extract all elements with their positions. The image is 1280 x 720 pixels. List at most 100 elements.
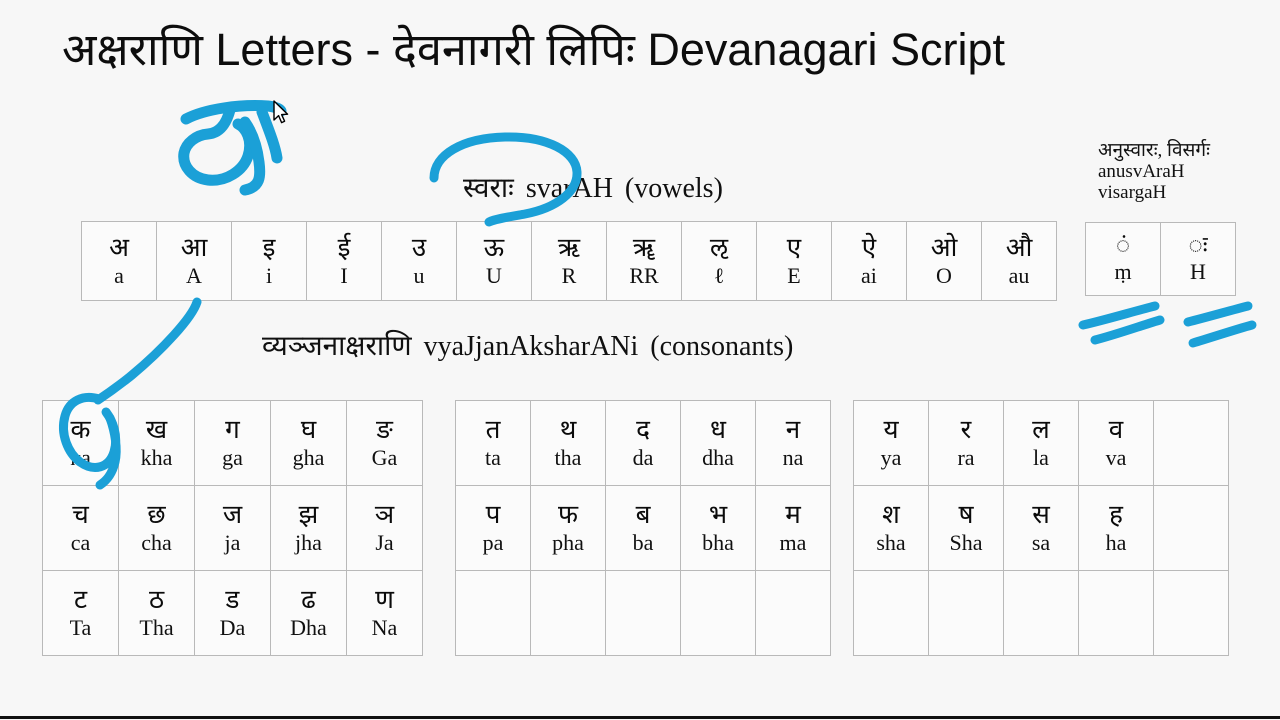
consonant-cell-empty[interactable] [1078, 570, 1154, 656]
consonant-cell-Ja[interactable]: ञ Ja [346, 485, 423, 571]
vowel-devanagari: आ [180, 233, 208, 262]
consonant-cell-va[interactable]: व va [1078, 400, 1154, 486]
consonant-cell-ma[interactable]: म ma [755, 485, 831, 571]
mark-devanagari: ः [1188, 233, 1208, 259]
vowel-roman: U [486, 263, 502, 288]
consonant-devanagari: य [883, 415, 899, 444]
mark-cell-visarga[interactable]: ः H [1160, 222, 1236, 296]
consonant-cell-gha[interactable]: घ gha [270, 400, 347, 486]
vowel-roman: RR [629, 263, 659, 288]
vowel-cell-l[interactable]: ऌ ℓ [681, 221, 757, 301]
consonant-cell-sa[interactable]: स sa [1003, 485, 1079, 571]
consonant-cell-empty[interactable] [1153, 570, 1229, 656]
consonant-cell-da[interactable]: द da [605, 400, 681, 486]
vowel-devanagari: उ [411, 233, 427, 262]
vowel-cell-R[interactable]: ऋ R [531, 221, 607, 301]
consonant-cell-ca[interactable]: च ca [42, 485, 119, 571]
consonant-cell-na[interactable]: न na [755, 400, 831, 486]
table-row [853, 570, 1229, 656]
table-row: ट Ta ठ Tha ड Da ढ Dha ण Na [42, 570, 423, 656]
consonant-cell-empty[interactable] [455, 570, 531, 656]
consonant-cell-ba[interactable]: ब ba [605, 485, 681, 571]
consonant-cell-empty[interactable] [853, 570, 929, 656]
mark-roman: ṃ [1114, 259, 1132, 284]
vowel-cell-u[interactable]: उ u [381, 221, 457, 301]
vowel-cell-RR[interactable]: ॠ RR [606, 221, 682, 301]
consonant-cell-empty[interactable] [605, 570, 681, 656]
vowel-cell-O[interactable]: ओ O [906, 221, 982, 301]
consonant-roman: Ja [375, 530, 394, 555]
consonant-cell-kha[interactable]: ख kha [118, 400, 195, 486]
consonant-cell-empty[interactable] [1003, 570, 1079, 656]
marks-table: ं ṃ ः H [1085, 222, 1236, 296]
consonant-cell-ra[interactable]: र ra [928, 400, 1004, 486]
vowel-devanagari: ॠ [632, 233, 656, 262]
consonant-devanagari: ख [145, 415, 168, 444]
vowel-devanagari: ऌ [709, 233, 729, 262]
consonant-cell-empty[interactable] [1153, 400, 1229, 486]
consonant-cell-la[interactable]: ल la [1003, 400, 1079, 486]
consonant-cell-dha[interactable]: ध dha [680, 400, 756, 486]
consonant-cell-empty[interactable] [755, 570, 831, 656]
vowel-cell-I[interactable]: ई I [306, 221, 382, 301]
consonant-cell-sha[interactable]: श sha [853, 485, 929, 571]
vowels-table: अ a आ A इ i ई I उ u ऊ U ऋ R ॠ RR ऌ ℓ ए E… [81, 221, 1057, 301]
consonant-devanagari: ङ [376, 415, 393, 444]
consonant-devanagari: प [485, 500, 501, 529]
table-row: श sha ष Sha स sa ह ha [853, 485, 1229, 571]
consonant-cell-bha[interactable]: भ bha [680, 485, 756, 571]
consonant-cell-empty[interactable] [1153, 485, 1229, 571]
consonant-cell-ga[interactable]: ग ga [194, 400, 271, 486]
connector-line-annotation [93, 297, 202, 405]
consonant-roman: Na [371, 615, 398, 640]
consonant-cell-Ta[interactable]: ट Ta [42, 570, 119, 656]
vowel-cell-ai[interactable]: ऐ ai [831, 221, 907, 301]
vowels-heading-gloss: (vowels) [624, 173, 723, 204]
mark-roman: H [1190, 259, 1206, 284]
vowel-cell-E[interactable]: ए E [756, 221, 832, 301]
consonant-cell-jha[interactable]: झ jha [270, 485, 347, 571]
mark-cell-anusvara[interactable]: ं ṃ [1085, 222, 1161, 296]
consonant-roman: Ta [69, 615, 92, 640]
consonant-devanagari: ष [958, 500, 974, 529]
consonants-heading-devanagari: व्यञ्जनाक्षराणि [262, 331, 412, 362]
consonant-roman: ya [880, 445, 902, 470]
vowel-cell-au[interactable]: औ au [981, 221, 1057, 301]
consonant-roman: pha [552, 530, 584, 555]
consonant-cell-empty[interactable] [680, 570, 756, 656]
consonant-cell-cha[interactable]: छ cha [118, 485, 195, 571]
consonant-cell-pha[interactable]: फ pha [530, 485, 606, 571]
consonant-roman: la [1033, 445, 1049, 470]
consonant-cell-Sha[interactable]: ष Sha [928, 485, 1004, 571]
consonant-cell-Na[interactable]: ण Na [346, 570, 423, 656]
vowel-cell-U[interactable]: ऊ U [456, 221, 532, 301]
consonant-roman: tha [554, 445, 582, 470]
vowel-cell-a[interactable]: अ a [81, 221, 157, 301]
consonant-cell-Da[interactable]: ड Da [194, 570, 271, 656]
consonant-devanagari: न [785, 415, 801, 444]
consonant-roman: pa [482, 530, 504, 555]
vowel-roman: ai [861, 263, 877, 288]
consonant-cell-ha[interactable]: ह ha [1078, 485, 1154, 571]
consonant-devanagari: ञ [374, 500, 395, 529]
table-row: च ca छ cha ज ja झ jha ञ Ja [42, 485, 423, 571]
consonant-cell-Ga[interactable]: ङ Ga [346, 400, 423, 486]
vowel-cell-i[interactable]: इ i [231, 221, 307, 301]
consonant-roman: jha [295, 530, 322, 555]
consonant-cell-Dha[interactable]: ढ Dha [270, 570, 347, 656]
vowel-devanagari: ओ [930, 233, 958, 262]
consonant-cell-ya[interactable]: य ya [853, 400, 929, 486]
consonant-cell-empty[interactable] [530, 570, 606, 656]
consonant-cell-Tha[interactable]: ठ Tha [118, 570, 195, 656]
vowel-devanagari: औ [1005, 233, 1033, 262]
consonant-cell-ka[interactable]: क ka [42, 400, 119, 486]
consonant-cell-tha[interactable]: थ tha [530, 400, 606, 486]
consonant-cell-empty[interactable] [928, 570, 1004, 656]
consonant-cell-ja[interactable]: ज ja [194, 485, 271, 571]
consonant-cell-ta[interactable]: त ta [455, 400, 531, 486]
consonant-devanagari: ह [1109, 500, 1123, 529]
vowel-cell-A[interactable]: आ A [156, 221, 232, 301]
slide-canvas: अक्षराणि Letters - देवनागरी लिपिः Devana… [0, 0, 1280, 719]
consonant-cell-pa[interactable]: प pa [455, 485, 531, 571]
consonant-roman: ca [70, 530, 91, 555]
